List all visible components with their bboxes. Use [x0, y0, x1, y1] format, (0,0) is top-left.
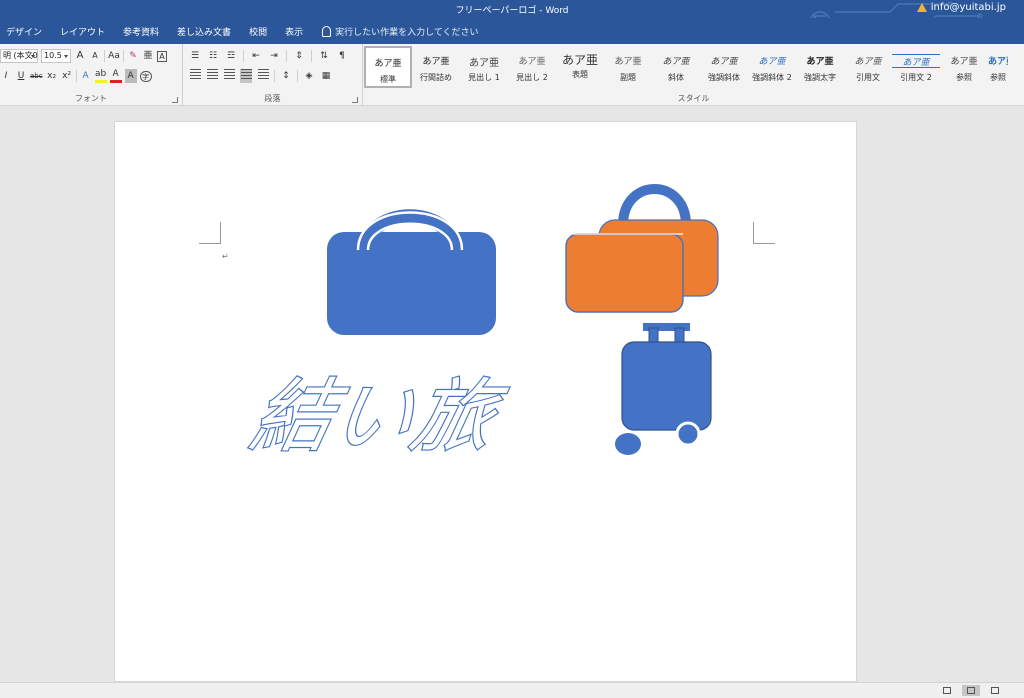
font-group-label: フォント — [75, 94, 107, 103]
font-color-button[interactable]: A — [109, 69, 122, 83]
style-intense-emphasis[interactable]: あア亜 強調斜体 2 — [748, 46, 796, 88]
asian-layout-icon[interactable]: ⇕ — [293, 49, 305, 63]
show-marks-icon[interactable]: ¶ — [336, 49, 348, 63]
blue-bag-icon[interactable] — [327, 209, 496, 336]
grow-font-button[interactable]: A — [74, 49, 86, 63]
multilevel-list-icon[interactable]: ☲ — [225, 49, 237, 63]
lightbulb-icon — [322, 25, 332, 37]
decrease-indent-icon[interactable]: ⇤ — [250, 49, 262, 63]
font-name-combo[interactable]: 明 (本文0 — [0, 49, 38, 63]
style-title[interactable]: あア亜 表題 — [556, 46, 604, 88]
shading-icon[interactable]: ◈ — [303, 69, 315, 83]
document-workspace[interactable]: ↵ 結い旅 — [0, 106, 1024, 682]
style-emphasis[interactable]: あア亜 斜体 — [652, 46, 700, 88]
phonetic-guide-button[interactable]: 亜 — [142, 49, 154, 63]
align-right-icon[interactable] — [223, 69, 235, 83]
print-layout-icon[interactable] — [962, 685, 980, 696]
font-group: 明 (本文0 10.5 A A Aa ✎ 亜 A I U abc x₂ x² A… — [0, 44, 183, 106]
style-reference[interactable]: あア亜 参照 — [940, 46, 988, 88]
tab-view[interactable]: 表示 — [276, 25, 312, 38]
borders-icon[interactable]: ▦ — [320, 69, 332, 83]
document-page[interactable]: ↵ 結い旅 — [114, 121, 857, 682]
sort-icon[interactable]: ⇅ — [318, 49, 330, 63]
title-bar: フリーペーパーロゴ - Word info@yuitabi.jp — [0, 0, 1024, 18]
window-title: フリーペーパーロゴ - Word — [455, 6, 569, 16]
account-email[interactable]: info@yuitabi.jp — [931, 2, 1006, 13]
orange-bags-icon[interactable] — [565, 184, 719, 313]
increase-indent-icon[interactable]: ⇥ — [268, 49, 280, 63]
status-bar — [0, 682, 1024, 698]
style-heading-2[interactable]: あア亜 見出し 2 — [508, 46, 556, 88]
strikethrough-button[interactable]: abc — [30, 69, 43, 83]
enclose-chars-button[interactable]: A — [157, 50, 167, 62]
style-no-spacing[interactable]: あア亜 行間詰め — [412, 46, 460, 88]
subscript-button[interactable]: x₂ — [46, 69, 58, 83]
char-shading-button[interactable]: A — [124, 69, 137, 83]
style-intense-quote[interactable]: あア亜 引用文 2 — [892, 46, 940, 88]
paragraph-dialog-launcher-icon[interactable] — [352, 97, 358, 103]
line-spacing-icon[interactable]: ↕ — [280, 69, 292, 83]
style-quote[interactable]: あア亜 引用文 — [844, 46, 892, 88]
suitcase-icon[interactable] — [615, 323, 712, 455]
style-normal[interactable]: あア亜 標準 — [364, 46, 412, 88]
tell-me-text: 実行したい作業を入力してください — [335, 27, 479, 38]
styles-gallery: あア亜 標準 あア亜 行間詰め あア亜 見出し 1 あア亜 見出し 2 あア亜 … — [364, 46, 1008, 88]
shrink-font-button[interactable]: A — [89, 49, 101, 63]
clear-format-icon[interactable]: ✎ — [127, 49, 139, 63]
align-center-icon[interactable] — [206, 69, 218, 83]
style-strong[interactable]: あア亜 強調太字 — [796, 46, 844, 88]
tab-design[interactable]: デザイン — [0, 25, 51, 38]
underline-button[interactable]: U — [15, 69, 27, 83]
font-size-combo[interactable]: 10.5 — [41, 49, 71, 63]
style-subtle-emphasis[interactable]: あア亜 強調斜体 — [700, 46, 748, 88]
distributed-icon[interactable] — [257, 69, 269, 83]
warning-icon — [916, 3, 927, 12]
ribbon-tabs: デザイン レイアウト 参考資料 差し込み文書 校閲 表示 実行したい作業を入力し… — [0, 18, 1024, 44]
ribbon: 明 (本文0 10.5 A A Aa ✎ 亜 A I U abc x₂ x² A… — [0, 44, 1024, 106]
styles-group-label: スタイル — [677, 94, 710, 103]
tell-me-box[interactable]: 実行したい作業を入力してください — [312, 25, 479, 38]
numbering-icon[interactable]: ☷ — [207, 49, 219, 63]
account-area[interactable]: info@yuitabi.jp — [916, 2, 1006, 13]
italic-button[interactable]: I — [0, 69, 12, 83]
paragraph-group: ☰ ☷ ☲ ⇤ ⇥ ⇕ ⇅ ¶ ↕ ◈ ▦ 段落 — [183, 44, 363, 106]
style-intense-reference[interactable]: あア亜 参照 — [988, 46, 1008, 88]
justify-icon[interactable] — [240, 69, 252, 83]
align-left-icon[interactable] — [189, 69, 201, 83]
logo-artwork: 結い旅 — [242, 184, 719, 465]
highlight-button[interactable]: ab — [94, 69, 107, 83]
tab-references[interactable]: 参考資料 — [114, 25, 168, 38]
tab-mailings[interactable]: 差し込み文書 — [168, 25, 240, 38]
logo-text[interactable]: 結い旅 — [242, 370, 514, 465]
style-subtitle[interactable]: あア亜 副題 — [604, 46, 652, 88]
change-case-button[interactable]: Aa — [108, 49, 120, 63]
web-layout-icon[interactable] — [986, 685, 1004, 696]
font-dialog-launcher-icon[interactable] — [172, 97, 178, 103]
text-effects-button[interactable]: A — [80, 69, 92, 83]
tab-review[interactable]: 校閲 — [240, 25, 276, 38]
enclosed-char-button[interactable]: 字 — [139, 70, 152, 82]
style-heading-1[interactable]: あア亜 見出し 1 — [460, 46, 508, 88]
tab-layout[interactable]: レイアウト — [51, 25, 114, 38]
bullets-icon[interactable]: ☰ — [189, 49, 201, 63]
superscript-button[interactable]: x² — [61, 69, 73, 83]
paragraph-group-label: 段落 — [264, 94, 281, 103]
read-mode-icon[interactable] — [938, 685, 956, 696]
